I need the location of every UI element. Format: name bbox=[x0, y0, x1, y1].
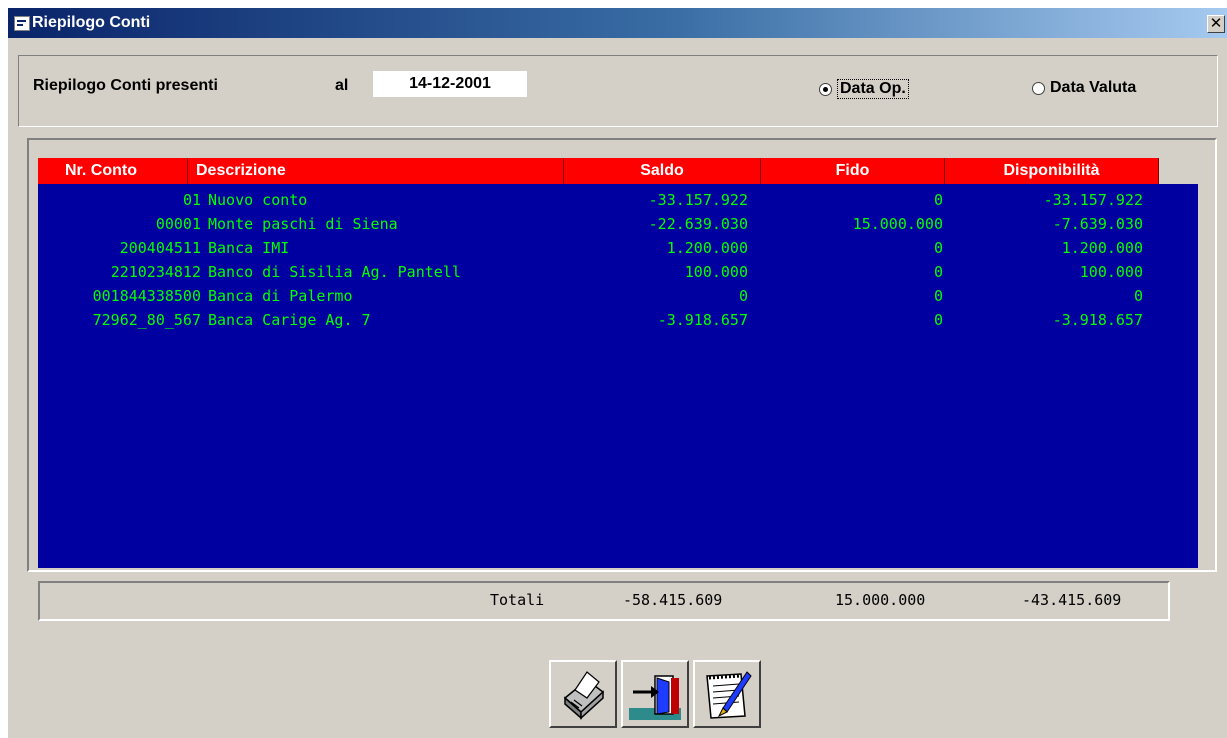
cell-saldo: -22.639.030 bbox=[648, 215, 748, 233]
cell-fido: 0 bbox=[933, 311, 943, 329]
cell-disponibilita: 100.000 bbox=[1079, 263, 1143, 281]
cell-fido: 0 bbox=[933, 263, 943, 281]
totals-bar: Totali -58.415.609 15.000.000 -43.415.60… bbox=[38, 581, 1170, 621]
column-header-fido[interactable]: Fido bbox=[761, 158, 945, 184]
cell-nr-conto: 2210234812 bbox=[110, 263, 201, 281]
totals-fido: 15.000.000 bbox=[835, 591, 926, 609]
notepad-pen-icon bbox=[706, 671, 752, 719]
totals-disponibilita: -43.415.609 bbox=[1022, 591, 1122, 609]
cell-saldo: -3.918.657 bbox=[657, 311, 748, 329]
title-bar[interactable]: Riepilogo Conti bbox=[8, 8, 1227, 38]
column-header-nr-conto[interactable]: Nr. Conto bbox=[38, 158, 188, 184]
column-header-disponibilita[interactable]: Disponibilità bbox=[945, 158, 1159, 184]
radio-data-valuta[interactable]: Data Valuta bbox=[1032, 79, 1136, 97]
cell-fido: 0 bbox=[933, 287, 943, 305]
cell-fido: 0 bbox=[933, 239, 943, 257]
summary-label: Riepilogo Conti presenti bbox=[33, 77, 218, 94]
table-row[interactable]: 2210234812 Banco di Sisilia Ag. Pantell 10… bbox=[38, 260, 1198, 284]
radio-selected-icon bbox=[819, 82, 832, 96]
cell-nr-conto: 01 bbox=[182, 191, 201, 209]
cell-descrizione: Banca Carige Ag. 7 bbox=[208, 311, 371, 329]
table-row[interactable]: 01 Nuovo conto -33.157.922 0 -33.157.922 bbox=[38, 188, 1198, 212]
grid-header: Nr. Conto Descrizione Saldo Fido Disponi… bbox=[38, 158, 1159, 184]
exit-door-icon bbox=[629, 675, 681, 720]
radio-data-op-label: Data Op. bbox=[837, 79, 909, 99]
radio-unselected-icon bbox=[1032, 81, 1045, 95]
app-icon bbox=[14, 16, 30, 31]
cell-disponibilita: 0 bbox=[1133, 287, 1143, 305]
totals-label: Totali bbox=[490, 591, 545, 609]
cell-nr-conto: 72962_80_567 bbox=[92, 311, 201, 329]
radio-data-valuta-label: Data Valuta bbox=[1050, 79, 1137, 96]
cell-fido: 0 bbox=[933, 191, 943, 209]
cell-nr-conto: 001844338500 bbox=[92, 287, 201, 305]
accounts-grid[interactable]: Nr. Conto Descrizione Saldo Fido Disponi… bbox=[38, 158, 1198, 568]
cell-saldo: 0 bbox=[738, 287, 748, 305]
column-header-descrizione[interactable]: Descrizione bbox=[188, 158, 564, 184]
cell-descrizione: Banco di Sisilia Ag. Pantell bbox=[208, 263, 461, 281]
close-button[interactable]: ✕ bbox=[1207, 15, 1225, 33]
printer-icon bbox=[563, 671, 605, 720]
column-header-saldo[interactable]: Saldo bbox=[564, 158, 761, 184]
notes-button[interactable] bbox=[693, 660, 761, 728]
table-row[interactable]: 00001 Monte paschi di Siena -22.639.030 15.… bbox=[38, 212, 1198, 236]
grid-body: 01 Nuovo conto -33.157.922 0 -33.157.922 000… bbox=[38, 188, 1198, 332]
table-row[interactable]: 72962_80_567 Banca Carige Ag. 7 -3.918.657… bbox=[38, 308, 1198, 332]
totals-saldo: -58.415.609 bbox=[623, 591, 723, 609]
cell-nr-conto: 00001 bbox=[155, 215, 201, 233]
table-row[interactable]: 200404511 Banca IMI 1.200.000 0 1.200.000 bbox=[38, 236, 1198, 260]
cell-descrizione: Nuovo conto bbox=[208, 191, 308, 209]
cell-saldo: 100.000 bbox=[684, 263, 748, 281]
date-prefix-label: al bbox=[335, 77, 349, 94]
cell-disponibilita: -33.157.922 bbox=[1043, 191, 1143, 209]
exit-button[interactable] bbox=[621, 660, 689, 728]
cell-descrizione: Banca di Palermo bbox=[208, 287, 353, 305]
cell-saldo: -33.157.922 bbox=[648, 191, 748, 209]
cell-fido: 15.000.000 bbox=[852, 215, 943, 233]
cell-saldo: 1.200.000 bbox=[666, 239, 748, 257]
cell-disponibilita: 1.200.000 bbox=[1061, 239, 1143, 257]
cell-nr-conto: 200404511 bbox=[119, 239, 201, 257]
date-field[interactable]: 14-12-2001 bbox=[373, 71, 527, 97]
cell-disponibilita: -7.639.030 bbox=[1052, 215, 1143, 233]
print-button[interactable] bbox=[549, 660, 617, 728]
window-title: Riepilogo Conti bbox=[32, 14, 151, 31]
radio-data-op[interactable]: Data Op. bbox=[819, 79, 909, 99]
cell-descrizione: Banca IMI bbox=[208, 239, 290, 257]
cell-descrizione: Monte paschi di Siena bbox=[208, 215, 398, 233]
table-row[interactable]: 001844338500 Banca di Palermo 0 0 0 bbox=[38, 284, 1198, 308]
grid-header-filler bbox=[1159, 158, 1198, 184]
cell-disponibilita: -3.918.657 bbox=[1052, 311, 1143, 329]
